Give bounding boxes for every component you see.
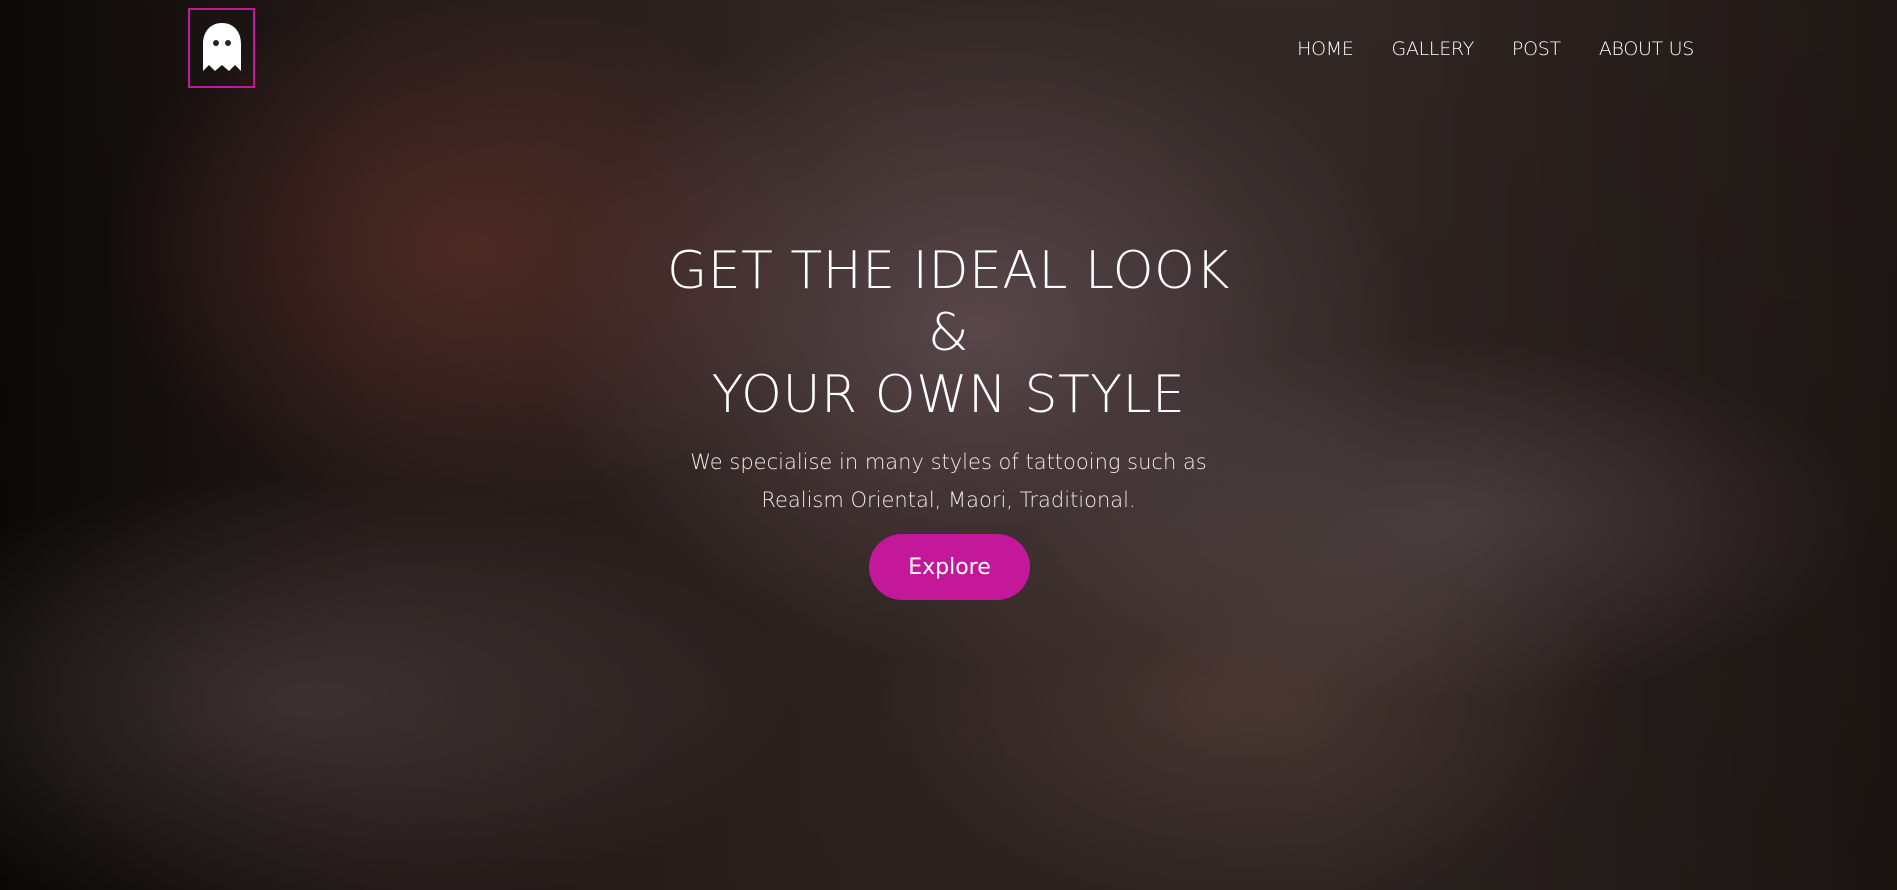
subtitle-line-2: Realism Oriental, Maori, Traditional. [761,488,1136,512]
nav-gallery[interactable]: GALLERY [1392,36,1475,62]
headline-line-2: & [927,303,970,363]
explore-button[interactable]: Explore [869,534,1030,600]
hero-headline: GET THE IDEAL LOOK & YOUR OWN STYLE [0,240,1897,426]
hero-subtitle: We specialise in many styles of tattooin… [0,443,1897,519]
headline-line-3: YOUR OWN STYLE [711,365,1186,425]
main-nav: HOME GALLERY POST ABOUT US [1297,36,1694,62]
subtitle-line-1: We specialise in many styles of tattooin… [690,450,1207,474]
logo-link[interactable] [188,8,255,88]
nav-post[interactable]: POST [1512,36,1561,62]
ghost-icon [202,23,241,71]
headline-line-1: GET THE IDEAL LOOK [666,241,1231,301]
nav-home[interactable]: HOME [1297,36,1354,62]
nav-about-us[interactable]: ABOUT US [1599,36,1694,62]
